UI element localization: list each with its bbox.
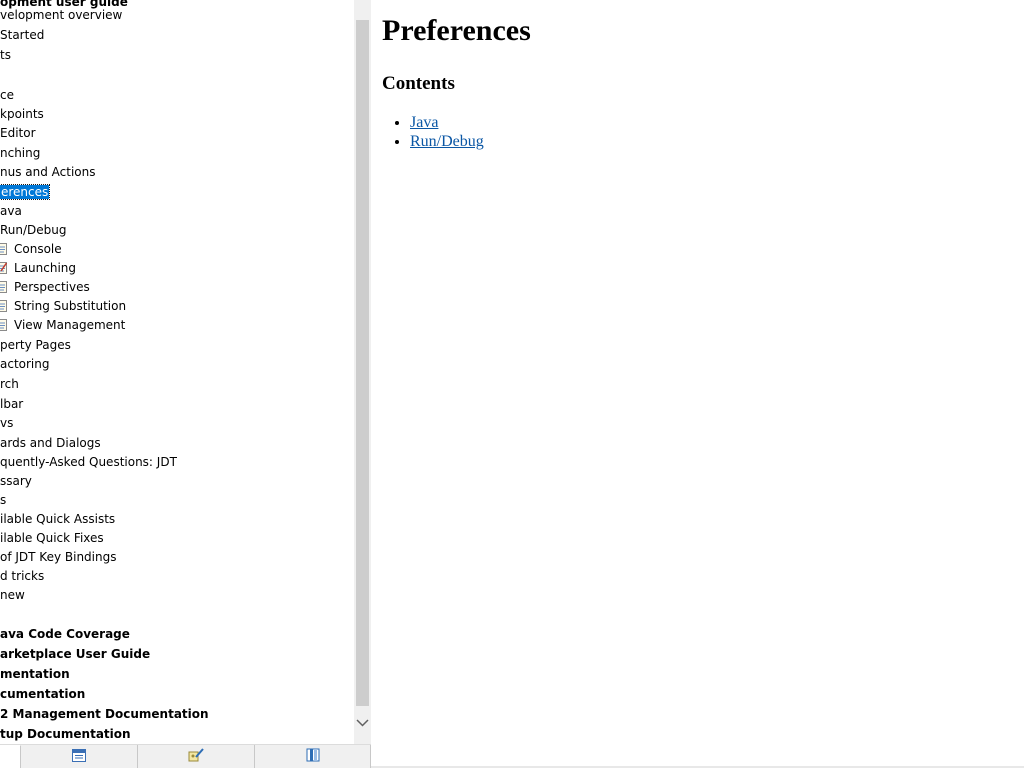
toc-item[interactable]: ards and Dialogs [0, 434, 101, 453]
toc-item[interactable]: s [0, 491, 6, 510]
document-icon [0, 281, 7, 293]
toc-item[interactable]: Editor [0, 124, 36, 143]
toc-item-label: Run/Debug [0, 223, 67, 237]
toc-item[interactable]: ava [0, 202, 22, 221]
toc-item-label: lbar [0, 397, 24, 411]
toc-item[interactable]: arketplace User Guide [0, 645, 150, 664]
toc-item-label: ilable Quick Assists [0, 512, 116, 526]
toc-item[interactable]: ce [0, 86, 14, 105]
toc-item[interactable]: d tricks [0, 567, 44, 586]
bookmarks-icon [306, 747, 320, 766]
toc-item[interactable]: nching [0, 144, 40, 163]
contents-icon [72, 747, 86, 766]
toc-item[interactable]: lbar [0, 395, 23, 414]
toc-item[interactable]: new [0, 586, 25, 605]
document-edit-icon [0, 262, 7, 274]
toc-item[interactable]: of JDT Key Bindings [0, 548, 116, 567]
toc-item-label: Started [0, 28, 45, 42]
toc-item-label: rch [0, 377, 19, 391]
toc-item[interactable]: Console [0, 240, 62, 259]
toc-item-label: String Substitution [14, 299, 127, 313]
toc-item-label: s [0, 493, 7, 507]
toc-item-label: quently-Asked Questions: JDT [0, 455, 177, 469]
toc-item-label: Perspectives [14, 280, 90, 294]
toc-item-label: View Management [14, 318, 126, 332]
scroll-down-arrow-icon[interactable] [354, 714, 371, 731]
toc-item[interactable]: cumentation [0, 685, 85, 704]
toc-item[interactable]: ilable Quick Assists [0, 510, 115, 529]
toc-item-label: new [0, 588, 25, 602]
toc-item[interactable]: rch [0, 375, 19, 394]
toc-item[interactable]: ilable Quick Fixes [0, 529, 104, 548]
toc-item[interactable]: actoring [0, 355, 50, 374]
toc-item-label: ava Code Coverage [0, 627, 130, 641]
toc-item-label: 2 Management Documentation [0, 707, 209, 721]
toc-tree: opment user guide velopment overview Star… [0, 0, 354, 744]
toc-item-label: erences [0, 184, 51, 200]
document-icon [0, 243, 7, 255]
toc-item[interactable]: ssary [0, 472, 32, 491]
list-item: Run/Debug [410, 132, 484, 151]
scrollbar-thumb[interactable] [356, 20, 369, 706]
toc-scrollbar[interactable] [354, 0, 371, 744]
toc-item-label: Console [14, 242, 62, 256]
page-title: Preferences [382, 14, 531, 47]
tab-hidden-edge[interactable] [0, 745, 21, 768]
document-icon [0, 300, 7, 312]
toc-item[interactable]: kpoints [0, 105, 44, 124]
toc-item-label: ssary [0, 474, 32, 488]
toc-item-label: ce [0, 88, 14, 102]
toc-item[interactable]: velopment overview [0, 6, 122, 25]
toc-item[interactable]: Perspectives [0, 278, 90, 297]
toc-item-label: mentation [0, 667, 70, 681]
toc-item-label: Editor [0, 126, 36, 140]
tab-contents[interactable] [21, 745, 138, 768]
toc-view-tabs [0, 744, 371, 768]
toc-item-label: d tricks [0, 569, 45, 583]
toc-item-label: nus and Actions [0, 165, 96, 179]
contents-list: Java Run/Debug [382, 113, 484, 151]
toc-item-label: of JDT Key Bindings [0, 550, 117, 564]
toc-item-label: actoring [0, 357, 50, 371]
toc-item[interactable]: vs [0, 414, 13, 433]
toc-item[interactable]: Started [0, 26, 44, 45]
toc-item-label: velopment overview [0, 8, 123, 22]
toc-item-selected[interactable]: erences [0, 183, 51, 202]
toc-item[interactable]: Launching [0, 259, 76, 278]
toc-item-label: ts [0, 48, 11, 62]
index-icon [188, 747, 204, 766]
toc-item-label: kpoints [0, 107, 44, 121]
toc-item-label: arketplace User Guide [0, 647, 151, 661]
toc-item[interactable]: tup Documentation [0, 725, 131, 744]
list-item: Java [410, 113, 484, 132]
toc-item-label: tup Documentation [0, 727, 131, 741]
tab-bookmarks[interactable] [255, 745, 371, 768]
toc-item[interactable]: perty Pages [0, 336, 71, 355]
content-pane: Preferences Contents Java Run/Debug [371, 0, 1024, 768]
toc-item[interactable]: nus and Actions [0, 163, 96, 182]
link-run-debug[interactable]: Run/Debug [410, 133, 484, 150]
document-icon [0, 319, 7, 331]
toc-item[interactable]: quently-Asked Questions: JDT [0, 453, 177, 472]
link-java[interactable]: Java [410, 114, 438, 131]
toc-item-label: ards and Dialogs [0, 436, 101, 450]
toc-item[interactable]: View Management [0, 316, 125, 335]
toc-item-label: ilable Quick Fixes [0, 531, 104, 545]
toc-item-label: nching [0, 146, 41, 160]
toc-item-label: perty Pages [0, 338, 71, 352]
toc-item[interactable]: 2 Management Documentation [0, 705, 209, 724]
toc-item-label: cumentation [0, 687, 86, 701]
toc-item[interactable]: ts [0, 46, 11, 65]
toc-item-label: vs [0, 416, 14, 430]
toc-item[interactable]: Run/Debug [0, 221, 67, 240]
toc-item[interactable]: mentation [0, 665, 70, 684]
toc-item-label: ava [0, 204, 22, 218]
toc-item[interactable]: String Substitution [0, 297, 126, 316]
toc-item-label: Launching [14, 261, 77, 275]
tab-index[interactable] [138, 745, 255, 768]
toc-item[interactable]: ava Code Coverage [0, 625, 130, 644]
contents-heading: Contents [382, 73, 455, 94]
